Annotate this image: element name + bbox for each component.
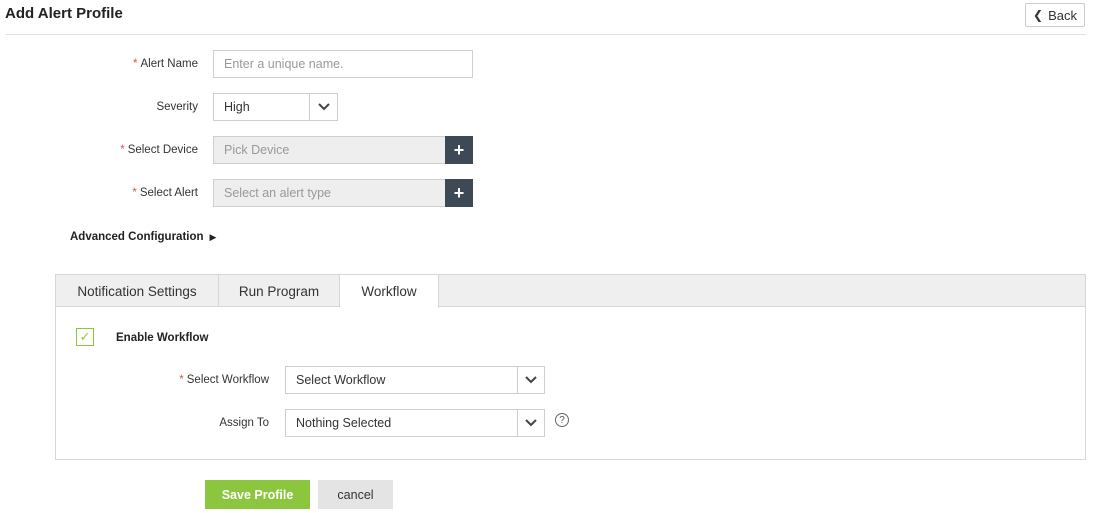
select-workflow-dropdown-button[interactable]: [517, 366, 545, 394]
alert-name-label: * Alert Name: [100, 58, 198, 70]
question-circle-icon[interactable]: ?: [555, 413, 569, 427]
alert-name-input[interactable]: Enter a unique name.: [213, 50, 473, 78]
advanced-configuration-label: Advanced Configuration: [70, 231, 204, 243]
check-icon: ✓: [79, 329, 91, 344]
alert-name-placeholder: Enter a unique name.: [224, 57, 344, 71]
select-alert-input[interactable]: Select an alert type: [213, 179, 446, 207]
assign-to-dropdown-button[interactable]: [517, 409, 545, 437]
assign-to-value: Nothing Selected: [296, 416, 392, 430]
assign-to-label: Assign To: [219, 417, 269, 429]
tab-label: Run Program: [238, 283, 320, 299]
add-device-button[interactable]: +: [445, 136, 473, 164]
select-device-input[interactable]: Pick Device: [213, 136, 446, 164]
select-alert-label-text: Select Alert: [139, 187, 198, 199]
select-workflow-label: * Select Workflow: [156, 374, 269, 386]
alert-name-label-text: Alert Name: [140, 58, 198, 70]
add-alert-button[interactable]: +: [445, 179, 473, 207]
enable-workflow-checkbox[interactable]: ✓: [76, 328, 94, 346]
select-device-placeholder: Pick Device: [224, 143, 290, 157]
chevron-left-icon: ❮: [1033, 8, 1044, 22]
required-marker: *: [132, 187, 137, 199]
advanced-configuration-toggle[interactable]: Advanced Configuration ▶: [70, 231, 216, 243]
caret-right-icon: ▶: [209, 231, 217, 242]
settings-panel: Notification Settings Run Program Workfl…: [55, 274, 1086, 460]
assign-to-select[interactable]: Nothing Selected: [285, 409, 518, 437]
select-alert-placeholder: Select an alert type: [224, 186, 332, 200]
tab-notification-settings[interactable]: Notification Settings: [56, 275, 219, 307]
back-button[interactable]: ❮ Back: [1025, 3, 1085, 27]
plus-icon: +: [453, 182, 465, 203]
save-profile-button[interactable]: Save Profile: [205, 480, 310, 509]
select-workflow-label-text: Select Workflow: [186, 374, 269, 386]
required-marker: *: [179, 374, 184, 386]
page-title: Add Alert Profile: [5, 5, 123, 22]
required-marker: *: [120, 144, 125, 156]
severity-dropdown-button[interactable]: [309, 93, 338, 121]
select-device-label-text: Select Device: [127, 144, 198, 156]
header-divider: [5, 34, 1086, 35]
chevron-down-icon: [525, 376, 537, 384]
severity-select[interactable]: High: [213, 93, 310, 121]
chevron-down-icon: [525, 419, 537, 427]
tab-label: Notification Settings: [77, 283, 197, 299]
enable-workflow-label: Enable Workflow: [116, 332, 209, 344]
select-device-label: * Select Device: [100, 144, 198, 156]
severity-label: Severity: [156, 101, 198, 113]
severity-value: High: [224, 100, 250, 114]
tab-workflow[interactable]: Workflow: [340, 275, 439, 308]
cancel-button[interactable]: cancel: [318, 480, 393, 509]
required-marker: *: [132, 58, 138, 70]
tab-bar: Notification Settings Run Program Workfl…: [56, 275, 1085, 308]
plus-icon: +: [453, 139, 465, 160]
tab-run-program[interactable]: Run Program: [219, 275, 340, 307]
select-workflow-select[interactable]: Select Workflow: [285, 366, 518, 394]
back-button-label: Back: [1048, 7, 1077, 23]
select-workflow-value: Select Workflow: [296, 373, 386, 387]
tab-label: Workflow: [361, 284, 417, 299]
select-alert-label: * Select Alert: [100, 187, 198, 199]
chevron-down-icon: [317, 103, 330, 111]
